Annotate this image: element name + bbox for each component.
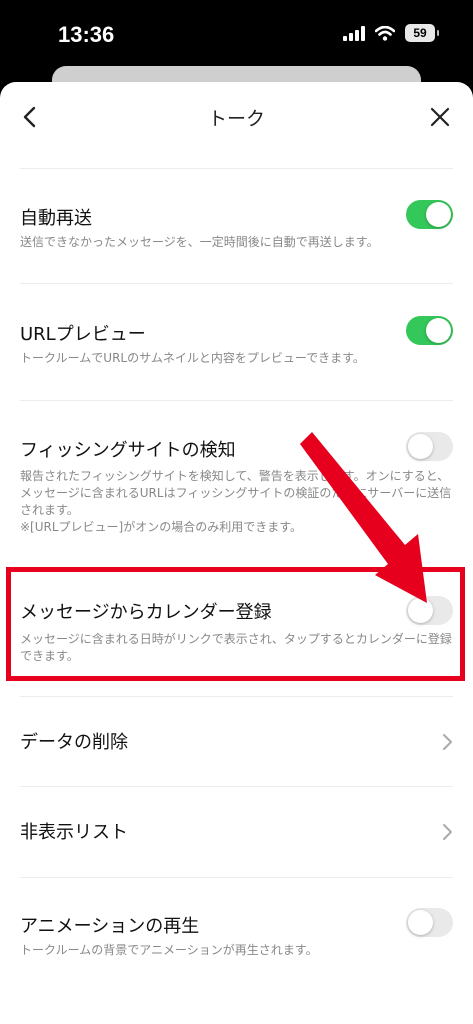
- setting-animation-playback: アニメーションの再生 トークルームの背景でアニメーションが再生されます。: [0, 900, 473, 990]
- status-icons: 59: [343, 24, 439, 42]
- wifi-icon: [375, 25, 395, 41]
- auto-resend-toggle[interactable]: [406, 200, 453, 229]
- close-button[interactable]: [425, 102, 455, 132]
- setting-delete-data[interactable]: データの削除: [0, 697, 473, 785]
- close-icon: [430, 107, 450, 127]
- setting-title: 非表示リスト: [20, 822, 128, 843]
- phishing-detection-toggle[interactable]: [406, 432, 453, 461]
- status-time: 13:36: [58, 22, 115, 47]
- talk-settings-sheet: トーク 自動再送 送信できなかったメッセージを、一定時間後に自動で再送します。 …: [0, 82, 473, 1024]
- divider: [20, 283, 453, 284]
- signal-icon: [343, 25, 365, 41]
- setting-title: 自動再送: [20, 208, 92, 229]
- divider: [20, 400, 453, 401]
- setting-description: トークルームの背景でアニメーションが再生されます。: [20, 943, 318, 957]
- setting-title: アニメーションの再生: [20, 916, 200, 937]
- setting-url-preview: URLプレビュー トークルームでURLのサムネイルと内容をプレビューできます。: [0, 308, 473, 398]
- setting-note: ※[URLプレビュー]がオンの場合のみ利用できます。: [20, 520, 303, 534]
- toggle-knob: [426, 318, 451, 343]
- setting-description: 報告されたフィッシングサイトを検知して、警告を表示します。オンにすると、メッセー…: [20, 469, 452, 517]
- setting-auto-resend: 自動再送 送信できなかったメッセージを、一定時間後に自動で再送します。: [0, 192, 473, 282]
- setting-description: トークルームでURLのサムネイルと内容をプレビューできます。: [20, 351, 365, 365]
- toggle-knob: [426, 202, 451, 227]
- nav-bar: トーク: [0, 82, 473, 154]
- setting-description: 送信できなかったメッセージを、一定時間後に自動で再送します。: [20, 235, 379, 249]
- toggle-knob: [408, 434, 433, 459]
- annotation-highlight-box: [6, 567, 465, 681]
- status-bar: 13:36 59: [0, 0, 473, 70]
- battery-icon: 59: [405, 24, 439, 42]
- setting-title: URLプレビュー: [20, 324, 146, 345]
- toggle-knob: [408, 910, 433, 935]
- divider: [20, 168, 453, 169]
- page-title: トーク: [207, 108, 265, 130]
- setting-title: フィッシングサイトの検知: [20, 440, 236, 461]
- battery-level: 59: [413, 26, 427, 40]
- url-preview-toggle[interactable]: [406, 316, 453, 345]
- divider: [20, 877, 453, 878]
- setting-hidden-list[interactable]: 非表示リスト: [0, 787, 473, 875]
- setting-phishing-detection: フィッシングサイトの検知 報告されたフィッシングサイトを検知して、警告を表示しま…: [0, 424, 473, 544]
- setting-title: データの削除: [20, 732, 128, 753]
- animation-playback-toggle[interactable]: [406, 908, 453, 937]
- chevron-right-icon: [443, 734, 452, 750]
- chevron-right-icon: [443, 824, 452, 840]
